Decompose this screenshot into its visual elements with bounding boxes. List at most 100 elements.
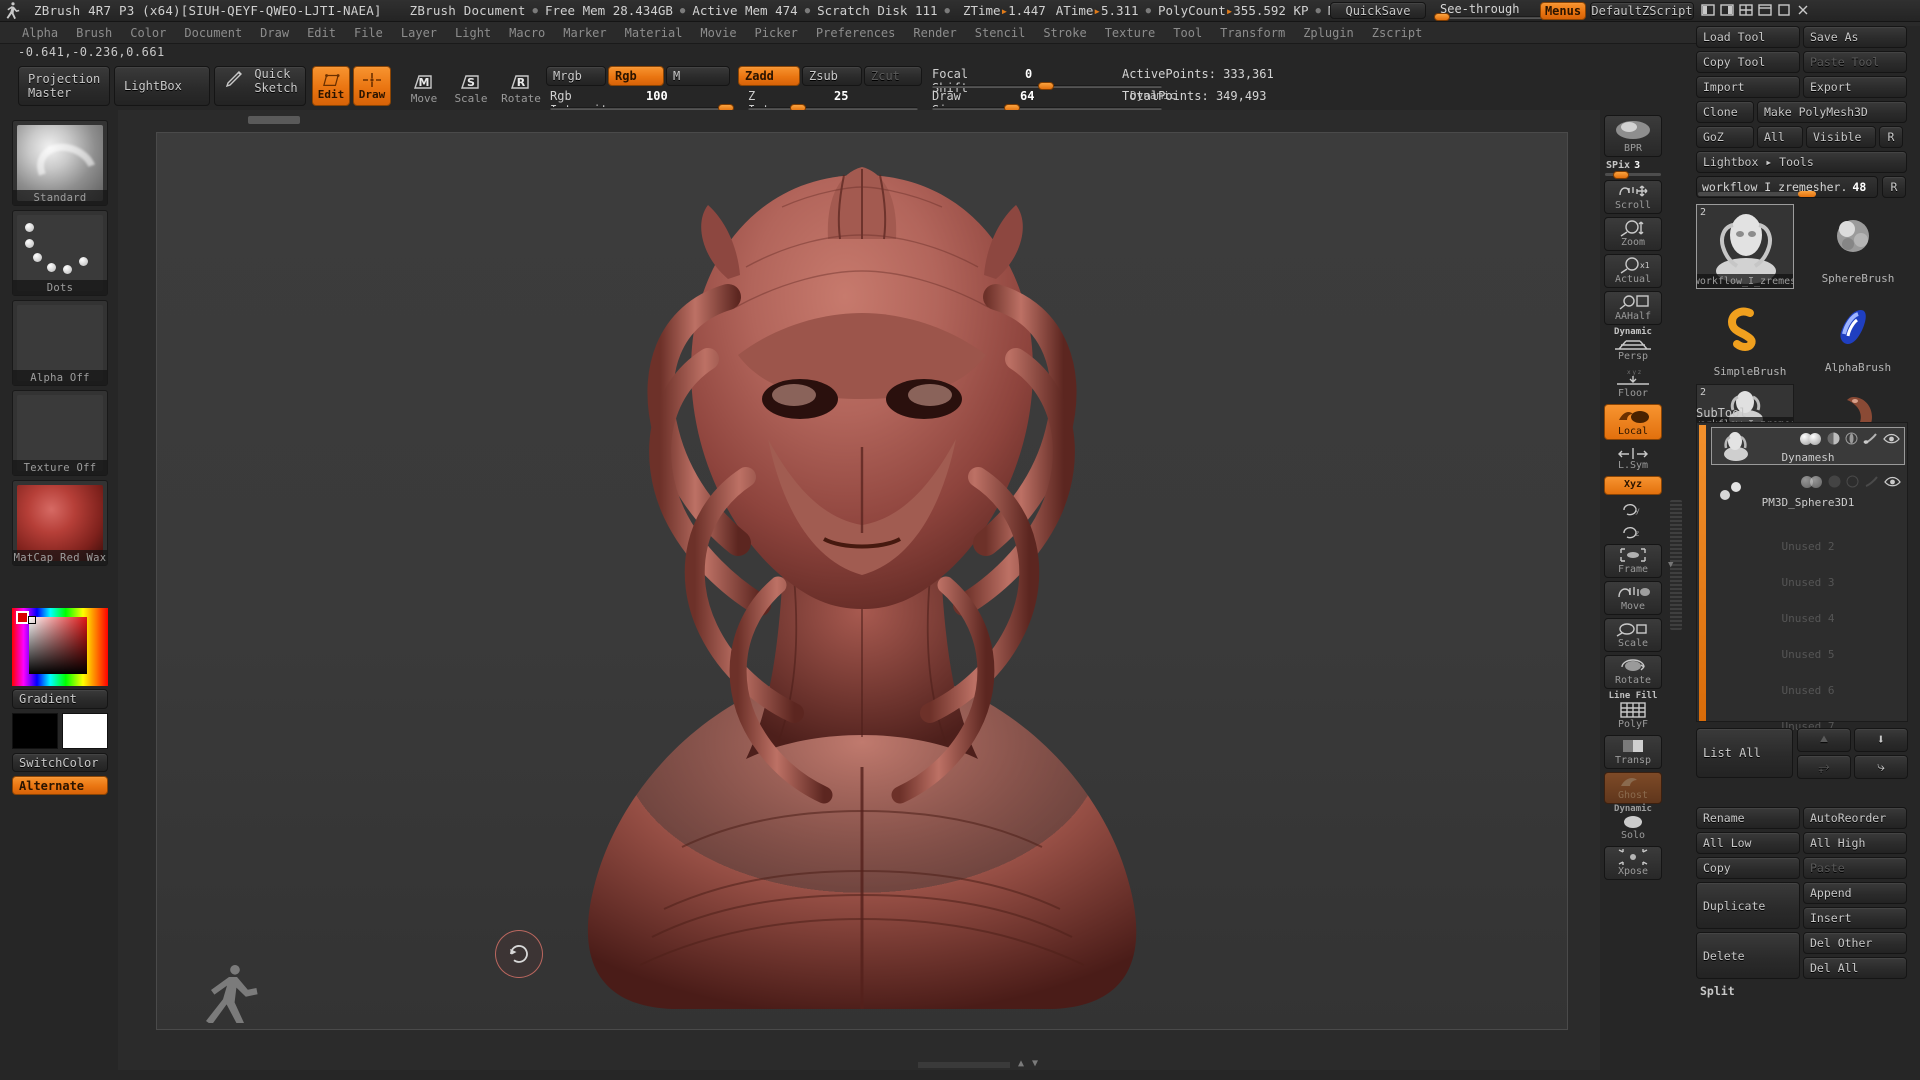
nav-button-zoom[interactable]: Zoom [1604,217,1662,251]
tool-thumb-workflow-zremesher[interactable]: 2 workflow_I_zremes [1696,204,1794,289]
subtool-row-unused-2[interactable]: Unused 2 [1711,515,1905,553]
duplicate-button[interactable]: Duplicate [1696,882,1800,929]
subtool-visibility-controls[interactable] [1800,432,1900,445]
nav-button-rotate-z[interactable]: z [1604,521,1662,541]
canvas-up-arrow-icon[interactable]: ▲ [1018,1058,1024,1069]
spix-slider[interactable]: SPix 3 [1606,160,1666,171]
grid-icon[interactable] [1738,2,1754,18]
subtool-polypaint-icon[interactable] [1846,475,1859,488]
canvas-down-arrow-icon[interactable]: ▼ [1032,1058,1038,1069]
menu-item-zplugin[interactable]: Zplugin [1295,23,1362,43]
quick-sketch-button[interactable]: Quick Sketch [214,66,306,106]
export-button[interactable]: Export [1803,76,1907,98]
nav-button-rotate-y[interactable]: y [1604,498,1662,518]
current-brush-swatch[interactable]: Standard [12,120,108,206]
primary-color-swatch[interactable] [12,713,58,749]
nav-button-rotate[interactable]: Rotate [1604,655,1662,689]
nav-button-persp[interactable]: Dynamic Persp [1604,327,1662,364]
focal-shift-knob[interactable] [1038,82,1054,90]
nav-button-xyz[interactable]: Xyz [1604,476,1662,495]
tray-resize-grip[interactable]: ▼ [1668,500,1682,630]
menu-item-layer[interactable]: Layer [393,23,445,43]
current-stroke-swatch[interactable]: Dots [12,210,108,296]
spix-knob[interactable] [1613,171,1629,179]
nav-button-move[interactable]: Move [1604,581,1662,615]
zadd-button[interactable]: Zadd [738,66,800,86]
layout-icon[interactable] [1757,2,1773,18]
menu-item-brush[interactable]: Brush [68,23,120,43]
menu-item-zscript[interactable]: Zscript [1364,23,1431,43]
paste-tool-button[interactable]: Paste Tool [1803,51,1907,73]
subtool-row-unused-5[interactable]: Unused 5 [1711,623,1905,661]
alternate-button[interactable]: Alternate [12,776,108,795]
move-down-button[interactable]: ⬇ [1854,728,1908,752]
lightbox-button[interactable]: LightBox [114,66,210,106]
subtool-row-dynamesh[interactable]: Dynamesh [1711,427,1905,465]
save-as-button[interactable]: Save As [1803,26,1907,48]
paste-button[interactable]: Paste [1803,857,1907,879]
menu-item-edit[interactable]: Edit [299,23,344,43]
subtool-eye-icon[interactable] [1883,432,1900,445]
menu-item-picker[interactable]: Picker [747,23,806,43]
del-other-button[interactable]: Del Other [1803,932,1907,954]
all-high-button[interactable]: All High [1803,832,1907,854]
goz-button[interactable]: GoZ [1696,126,1754,148]
all-low-button[interactable]: All Low [1696,832,1800,854]
current-tool-fill[interactable] [1698,191,1816,197]
subtool-row-unused-3[interactable]: Unused 3 [1711,551,1905,589]
projection-master-button[interactable]: Projection Master [18,66,110,106]
menu-item-material[interactable]: Material [617,23,691,43]
nav-button-polyf[interactable]: Line Fill PolyF [1604,691,1662,732]
rotate-button[interactable]: R Rotate [500,68,542,106]
m-button[interactable]: M [666,66,730,86]
list-all-button[interactable]: List All [1696,728,1793,778]
subtool-visible-dots-icon[interactable] [1801,475,1823,488]
copy-tool-button[interactable]: Copy Tool [1696,51,1800,73]
menu-item-render[interactable]: Render [905,23,964,43]
menu-item-light[interactable]: Light [447,23,499,43]
nav-button-scale[interactable]: Scale [1604,618,1662,652]
menu-item-document[interactable]: Document [176,23,250,43]
canvas-scroll-handle[interactable] [248,116,300,124]
menu-item-stroke[interactable]: Stroke [1035,23,1094,43]
del-all-button[interactable]: Del All [1803,957,1907,979]
menu-item-texture[interactable]: Texture [1097,23,1164,43]
rename-button[interactable]: Rename [1696,807,1800,829]
all-button[interactable]: All [1757,126,1803,148]
import-button[interactable]: Import [1696,76,1800,98]
subtool-row-unused-4[interactable]: Unused 4 [1711,587,1905,625]
subtool-visibility-controls[interactable] [1801,475,1901,488]
zcut-button[interactable]: Zcut [864,66,922,86]
brush-simple[interactable]: SimpleBrush [1696,297,1804,378]
append-button[interactable]: Append [1803,882,1907,904]
nav-button-transp[interactable]: Transp [1604,735,1662,769]
subtool-brush-icon[interactable] [1863,432,1878,445]
brush-sphere[interactable]: SphereBrush [1804,204,1912,285]
subtool-shading-icon[interactable] [1828,475,1841,488]
move-button[interactable]: M Move [405,68,443,106]
menu-item-macro[interactable]: Macro [501,23,553,43]
secondary-color-swatch[interactable] [62,713,108,749]
lightbox-tools-button[interactable]: Lightbox ▸ Tools [1696,151,1907,173]
quicksave-button[interactable]: QuickSave [1330,2,1426,19]
scale-button[interactable]: S Scale [452,68,490,106]
menus-toggle-button[interactable]: Menus [1540,2,1586,20]
color-cursor-inner[interactable] [28,616,36,624]
menu-item-draw[interactable]: Draw [252,23,297,43]
brush-alpha[interactable]: AlphaBrush [1804,293,1912,374]
make-polymesh3d-button[interactable]: Make PolyMesh3D [1757,101,1907,123]
menu-item-marker[interactable]: Marker [555,23,614,43]
bpr-button[interactable]: BPR [1604,115,1662,157]
subtool-visible-dots-icon[interactable] [1800,432,1822,445]
rgb-button[interactable]: Rgb [608,66,664,86]
color-gradient-square[interactable] [29,617,87,674]
nav-button-aahalf[interactable]: AAHalf [1604,291,1662,325]
color-spectrum[interactable] [12,608,108,686]
menu-item-transform[interactable]: Transform [1212,23,1293,43]
nav-button-ghost[interactable]: Ghost [1604,772,1662,804]
subtool-shading-icon[interactable] [1827,432,1840,445]
subtool-scroll-indicator[interactable] [1699,425,1706,721]
move-out-button[interactable]: ⥅ [1797,755,1851,779]
current-tool-bar[interactable]: workflow_I_zremesher. 48 [1696,176,1878,198]
move-in-button[interactable]: ⤷ [1854,755,1908,779]
